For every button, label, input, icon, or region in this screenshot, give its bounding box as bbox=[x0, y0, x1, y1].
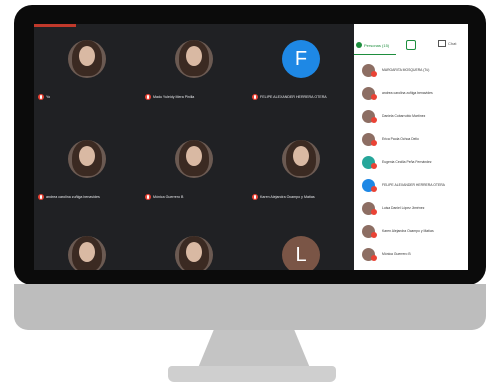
monitor-chin bbox=[14, 284, 486, 330]
monitor-stand-base bbox=[168, 366, 336, 382]
list-item[interactable]: MARGARITA MOSQUERA (Tú) bbox=[354, 60, 468, 83]
participant-tile[interactable]: Yo bbox=[34, 30, 141, 108]
active-tab-indicator bbox=[354, 54, 396, 55]
mic-muted-icon bbox=[371, 232, 377, 238]
participant-grid: Yo Madu Yuleidy Mera Pinilla F FELIPE AL… bbox=[34, 30, 356, 270]
mic-muted-icon bbox=[371, 163, 377, 169]
list-item[interactable]: FELIPE ALEXANDER HERRERA OTERA bbox=[354, 175, 468, 198]
list-item[interactable]: Mónica Guerrero B bbox=[354, 244, 468, 267]
mic-muted-icon bbox=[252, 94, 258, 100]
mic-muted-icon bbox=[252, 194, 258, 200]
mic-muted-icon bbox=[371, 117, 377, 123]
mic-muted-icon bbox=[371, 186, 377, 192]
mic-muted-icon bbox=[145, 194, 151, 200]
avatar: F bbox=[282, 40, 320, 78]
avatar bbox=[175, 236, 213, 270]
tile-name: Karen Alejandra Ocampo y Matías bbox=[252, 194, 315, 200]
mic-muted-icon bbox=[371, 255, 377, 261]
avatar bbox=[68, 40, 106, 78]
people-icon bbox=[356, 42, 362, 48]
mic-muted-icon bbox=[371, 140, 377, 146]
tab-people[interactable]: Personas (15) bbox=[356, 38, 396, 52]
avatar: L bbox=[282, 236, 320, 270]
tile-name: andrea carolina zuñiga benavides bbox=[38, 194, 100, 200]
list-item[interactable]: Luisa Daniel López Jiménez bbox=[354, 198, 468, 221]
participant-tile[interactable]: andrea carolina zuñiga benavides bbox=[34, 130, 141, 208]
participant-tile[interactable]: F FELIPE ALEXANDER HERRERA OTERA bbox=[248, 30, 355, 108]
mic-muted-icon bbox=[371, 94, 377, 100]
mic-muted-icon bbox=[145, 94, 151, 100]
list-item[interactable]: andrea carolina zuñiga benavides bbox=[354, 83, 468, 106]
avatar bbox=[68, 236, 106, 270]
people-panel: Personas (15) Chat MARGARITA MOSQUERA (T… bbox=[354, 24, 468, 270]
avatar bbox=[68, 140, 106, 178]
list-item[interactable]: Karen Alejandra Ocampo y Matías bbox=[354, 221, 468, 244]
list-item[interactable]: Daniela Cobarrubio Martínez bbox=[354, 106, 468, 129]
recording-indicator bbox=[34, 24, 76, 27]
mic-muted-icon bbox=[38, 194, 44, 200]
tile-name: Yo bbox=[38, 94, 50, 100]
activities-icon[interactable] bbox=[406, 40, 416, 50]
mic-muted-icon bbox=[38, 94, 44, 100]
list-item[interactable]: Erica Paola Ochoa Delio bbox=[354, 129, 468, 152]
avatar bbox=[175, 140, 213, 178]
tile-name: Mónica Guerrero B bbox=[145, 194, 183, 200]
avatar bbox=[282, 140, 320, 178]
participant-tile[interactable]: L bbox=[248, 226, 355, 270]
list-item[interactable]: Eugenia Cecilia Peña Fernández bbox=[354, 152, 468, 175]
avatar bbox=[175, 40, 213, 78]
participant-tile[interactable]: Karen Alejandra Ocampo y Matías bbox=[248, 130, 355, 208]
participant-list: MARGARITA MOSQUERA (Tú) andrea carolina … bbox=[354, 60, 468, 267]
monitor-stand-neck bbox=[198, 330, 310, 368]
tile-name: FELIPE ALEXANDER HERRERA OTERA bbox=[252, 94, 327, 100]
chat-icon bbox=[438, 40, 446, 47]
participant-tile[interactable]: Mónica Guerrero B bbox=[141, 130, 248, 208]
panel-tabs: Personas (15) Chat bbox=[354, 36, 468, 54]
participant-tile[interactable] bbox=[34, 226, 141, 270]
meeting-screen: Yo Madu Yuleidy Mera Pinilla F FELIPE AL… bbox=[34, 24, 468, 270]
mic-muted-icon bbox=[371, 71, 377, 77]
tile-name: Madu Yuleidy Mera Pinilla bbox=[145, 94, 194, 100]
tab-chat[interactable]: Chat bbox=[438, 40, 456, 47]
mic-muted-icon bbox=[371, 209, 377, 215]
participant-tile[interactable]: Madu Yuleidy Mera Pinilla bbox=[141, 30, 248, 108]
participant-tile[interactable] bbox=[141, 226, 248, 270]
